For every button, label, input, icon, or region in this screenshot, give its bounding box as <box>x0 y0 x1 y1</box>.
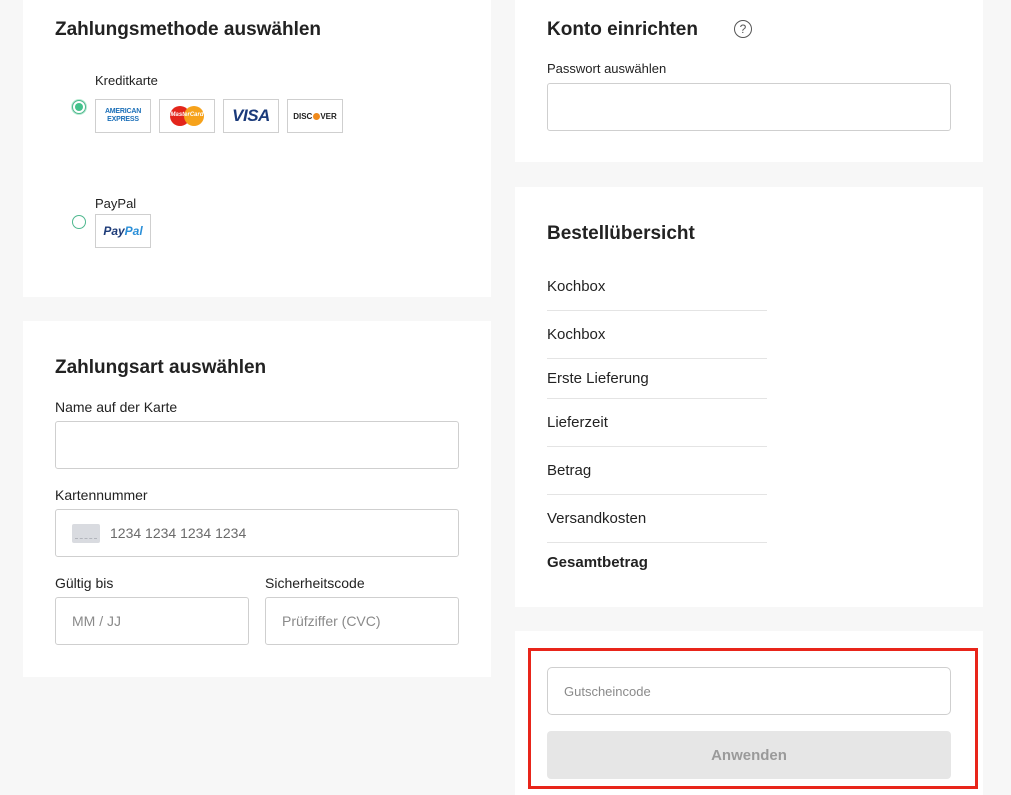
apply-voucher-button[interactable]: Anwenden <box>547 731 951 779</box>
cardholder-name-label: Name auf der Karte <box>55 399 178 415</box>
summary-row: Lieferzeit <box>547 414 608 431</box>
divider <box>547 358 767 359</box>
payment-type-card: Zahlungsart auswählen Name auf der Karte… <box>23 321 491 677</box>
summary-row: Versandkosten <box>547 510 647 527</box>
credit-card-label[interactable]: Kreditkarte <box>95 73 158 88</box>
cardholder-name-input[interactable] <box>55 421 459 469</box>
divider <box>547 542 767 543</box>
discover-logo: DISC VER <box>287 99 343 133</box>
payment-method-card: Zahlungsmethode auswählen Kreditkarte AM… <box>23 0 491 297</box>
payment-method-title: Zahlungsmethode auswählen <box>55 19 322 40</box>
voucher-code-input[interactable] <box>547 667 951 715</box>
card-number-label: Kartennummer <box>55 487 148 503</box>
expiry-label: Gültig bis <box>55 575 114 591</box>
amex-logo: AMERICAN EXPRESS <box>95 99 151 133</box>
order-summary-card: Bestellübersicht Kochbox Kochbox Erste L… <box>515 187 983 607</box>
discover-dot-icon <box>312 112 320 120</box>
cvc-label: Sicherheitscode <box>265 575 365 591</box>
paypal-radio[interactable] <box>72 215 86 229</box>
card-number-placeholder: 1234 1234 1234 1234 <box>110 525 247 541</box>
divider <box>547 310 767 311</box>
help-icon[interactable]: ? <box>734 20 752 38</box>
paypal-text-a: Pay <box>103 224 125 238</box>
account-title: Konto einrichten <box>547 19 698 40</box>
payment-type-title: Zahlungsart auswählen <box>55 357 267 378</box>
summary-row: Kochbox <box>547 278 606 295</box>
visa-logo: VISA <box>223 99 279 133</box>
password-input[interactable] <box>547 83 951 131</box>
paypal-label[interactable]: PayPal <box>95 196 136 211</box>
cvc-input[interactable] <box>265 597 459 645</box>
paypal-text-b: Pal <box>124 224 143 238</box>
divider <box>547 494 767 495</box>
paypal-logo: PayPal <box>95 214 151 248</box>
card-number-field[interactable]: 1234 1234 1234 1234 <box>55 509 459 557</box>
divider <box>547 398 767 399</box>
account-card: Konto einrichten ? Passwort auswählen <box>515 0 983 162</box>
amex-text-1: AMERICAN <box>104 108 142 115</box>
amex-text-2: EXPRESS <box>107 116 139 123</box>
summary-total-label: Gesamtbetrag <box>547 554 648 571</box>
mastercard-text: MasterCard <box>170 112 204 118</box>
order-summary-title: Bestellübersicht <box>547 223 695 244</box>
mastercard-logo: MasterCard <box>159 99 215 133</box>
summary-row: Kochbox <box>547 326 606 343</box>
summary-row: Erste Lieferung <box>547 370 649 387</box>
divider <box>547 446 767 447</box>
credit-card-radio[interactable] <box>72 100 86 114</box>
credit-card-icon <box>72 523 100 543</box>
expiry-input[interactable] <box>55 597 249 645</box>
discover-text-b: VER <box>320 111 337 121</box>
password-label: Passwort auswählen <box>547 61 667 76</box>
summary-row: Betrag <box>547 462 592 479</box>
visa-text: VISA <box>232 106 270 125</box>
discover-text-a: DISC <box>293 111 313 121</box>
